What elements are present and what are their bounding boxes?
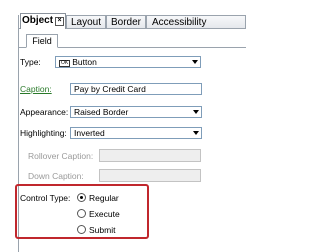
tab-bar: Object × Layout Border Accessibility [18, 13, 246, 29]
appearance-value: Raised Border [74, 107, 129, 117]
radio-selected-icon[interactable] [77, 193, 86, 202]
subtab-bar: Field [18, 33, 246, 48]
radio-submit[interactable]: Submit [77, 224, 115, 236]
subtab-field[interactable]: Field [26, 34, 58, 48]
highlighting-label: Highlighting: [20, 128, 67, 138]
radio-regular[interactable]: Regular [77, 192, 119, 204]
type-value: Button [72, 57, 97, 67]
chevron-down-icon [193, 110, 199, 114]
subtab-field-label: Field [32, 36, 52, 46]
type-dropdown[interactable]: OK Button [55, 56, 201, 68]
radio-regular-label: Regular [89, 193, 119, 203]
close-icon[interactable]: × [55, 17, 65, 26]
highlighting-value: Inverted [74, 128, 105, 138]
chevron-down-icon [192, 60, 198, 64]
tab-border[interactable]: Border [106, 15, 146, 28]
type-label: Type: [20, 57, 41, 67]
radio-submit-label: Submit [89, 225, 116, 235]
caption-input[interactable]: Pay by Credit Card [70, 83, 202, 95]
tab-object-label: Object [21, 15, 54, 26]
radio-unselected-icon[interactable] [77, 209, 86, 218]
radio-execute-label: Execute [89, 209, 120, 219]
radio-execute[interactable]: Execute [77, 208, 120, 220]
appearance-label: Appearance: [20, 107, 69, 117]
appearance-dropdown[interactable]: Raised Border [70, 106, 202, 118]
object-properties-panel: Object × Layout Border Accessibility Fiel… [0, 0, 246, 252]
control-type-label: Control Type: [20, 193, 71, 203]
highlighting-dropdown[interactable]: Inverted [70, 127, 202, 139]
ok-button-icon: OK [59, 60, 71, 67]
tab-layout[interactable]: Layout [66, 15, 106, 28]
tab-border-label: Border [110, 17, 141, 28]
down-caption-label: Down Caption: [28, 171, 84, 181]
radio-unselected-icon[interactable] [77, 225, 86, 234]
tab-object[interactable]: Object × [20, 13, 66, 29]
caption-label[interactable]: Caption: [20, 83, 52, 95]
tab-accessibility-label: Accessibility [152, 17, 207, 28]
tab-accessibility[interactable]: Accessibility [146, 15, 246, 28]
caption-value: Pay by Credit Card [74, 84, 146, 94]
tab-layout-label: Layout [70, 17, 102, 28]
down-caption-input [99, 169, 201, 182]
chevron-down-icon [193, 131, 199, 135]
rollover-caption-input [99, 149, 201, 162]
rollover-caption-label: Rollover Caption: [28, 151, 94, 161]
